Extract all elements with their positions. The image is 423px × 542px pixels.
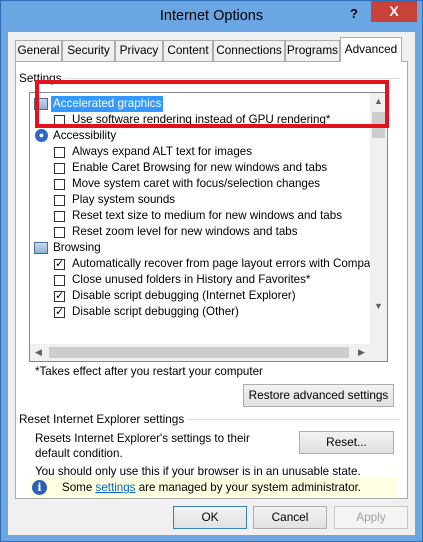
checkbox-unchecked[interactable] [54,227,65,238]
checkbox-unchecked[interactable] [54,195,65,206]
reset-button[interactable]: Reset... [299,431,394,454]
info-icon: i [32,480,47,495]
ok-button[interactable]: OK [173,506,247,529]
scroll-left-icon[interactable]: ◀ [30,344,47,361]
info-text-suffix: are managed by your system administrator… [135,481,362,494]
tab-security[interactable]: Security [62,40,115,61]
checkbox-unchecked[interactable] [54,147,65,158]
settings-tree-list[interactable]: Accelerated graphics Use software render… [29,92,388,362]
checkbox-label: Reset zoom level for new windows and tab… [72,225,298,238]
scroll-down-icon[interactable]: ▼ [370,298,387,315]
scroll-right-icon[interactable]: ▶ [353,344,370,361]
cancel-button-label: Cancel [271,510,309,524]
settings-group-divider [66,78,400,79]
checkbox-label: Reset text size to medium for new window… [72,209,343,222]
highlight-annotation-box [35,80,389,128]
checkbox-label: Disable script debugging (Internet Explo… [72,289,296,302]
ok-button-label: OK [201,510,219,524]
checkbox-label: Play system sounds [72,193,176,206]
checkbox-unchecked[interactable] [54,163,65,174]
checkbox-checked[interactable]: ✓ [54,307,65,318]
tab-privacy[interactable]: Privacy [115,40,163,61]
checkbox-checked[interactable]: ✓ [54,291,65,302]
category-label: Browsing [53,241,101,254]
tab-advanced[interactable]: Advanced [340,37,402,62]
horizontal-scroll-thumb[interactable] [49,347,349,358]
checkbox-label: Move system caret with focus/selection c… [72,177,321,190]
vertical-scrollbar[interactable]: ▲ ▼ [370,93,387,361]
tab-connections[interactable]: Connections [213,40,285,61]
restore-advanced-settings-button[interactable]: Restore advanced settings [243,384,394,407]
horizontal-scrollbar[interactable]: ◀ ▶ [30,344,370,361]
settings-link[interactable]: settings [96,481,136,494]
checkbox-unchecked[interactable] [54,275,65,286]
help-button[interactable]: ? [340,4,368,25]
info-text: Some settings are managed by your system… [62,481,361,494]
reset-group-label: Reset Internet Explorer settings [19,412,188,426]
checkbox-unchecked[interactable] [54,211,65,222]
accessibility-icon: ● [35,129,48,142]
reset-group-divider [188,419,400,420]
managed-settings-info-bar: i Some settings are managed by your syst… [29,478,397,498]
checkbox-checked[interactable]: ✓ [54,259,65,270]
reset-button-label: Reset... [326,435,367,449]
restore-button-label: Restore advanced settings [248,388,389,402]
tab-general[interactable]: General [15,40,62,61]
category-label: Accessibility [53,129,117,142]
reset-description: Resets Internet Explorer's settings to t… [35,432,250,460]
checkbox-label: Automatically recover from page layout e… [72,257,371,270]
checkbox-label: Always expand ALT text for images [72,145,253,158]
checkbox-unchecked[interactable] [54,179,65,190]
apply-button[interactable]: Apply [334,506,408,529]
restart-footnote: *Takes effect after you restart your com… [35,365,263,378]
reset-warning: You should only use this if your browser… [35,465,361,478]
tab-content[interactable]: Content [163,40,213,61]
cancel-button[interactable]: Cancel [253,506,327,529]
info-text-prefix: Some [62,481,96,494]
apply-button-label: Apply [356,510,386,524]
title-bar[interactable]: Internet Options ? X [1,1,422,32]
category-icon [34,242,48,254]
checkbox-label: Disable script debugging (Other) [72,305,239,318]
tab-programs[interactable]: Programs [285,40,340,61]
checkbox-label: Enable Caret Browsing for new windows an… [72,161,328,174]
scrollbar-corner [370,344,387,361]
checkbox-label: Close unused folders in History and Favo… [72,273,311,286]
close-button[interactable]: X [371,1,417,22]
